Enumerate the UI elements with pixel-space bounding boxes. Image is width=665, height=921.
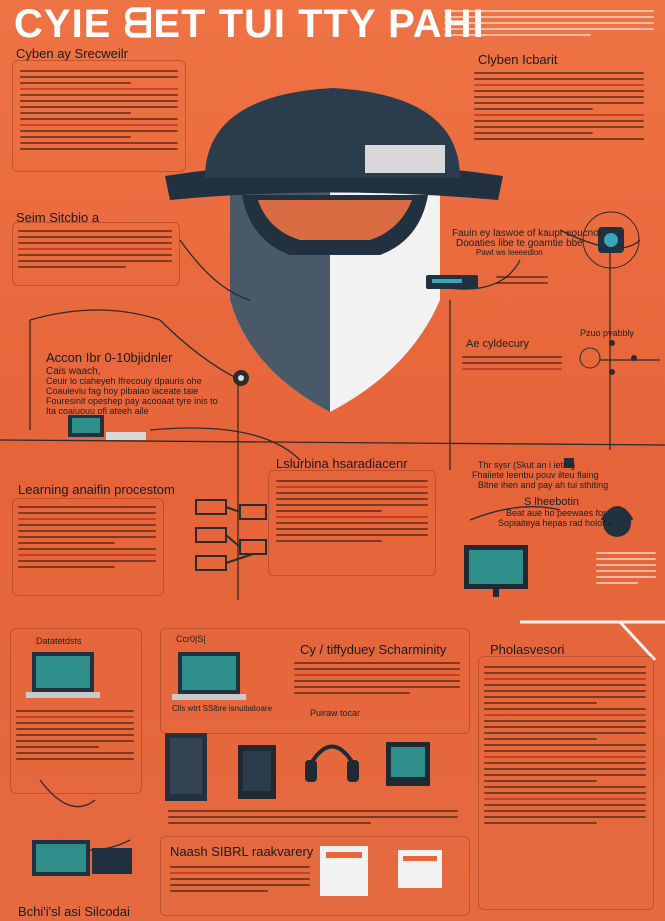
right-lower-text-4: Beat aue ho peewaes for: [506, 508, 607, 518]
center-heading: Lslurbina hsaradiacenr: [276, 456, 408, 471]
bottom-right-heading: Pholasvesori: [490, 642, 565, 657]
flowchart-icon: [195, 499, 267, 571]
center-text: [276, 476, 428, 546]
bottom-center-label: Puiraw tocar: [310, 708, 361, 718]
bottom-center-text: [294, 658, 460, 698]
right-lower-text-1: Thr sysr (Skut an i ieting: [478, 460, 576, 470]
right-lower-text-2: Fhaiiete leenbu pouv ilteu flaing: [472, 470, 599, 480]
bottom-caption: Clls wtrt SSibre isnuitaitoare: [172, 704, 273, 713]
right-mid-lines: [496, 272, 548, 288]
bottom-right-text: [484, 662, 646, 828]
right-cyber-text: [462, 352, 562, 374]
footer-heading: Bchi'i'sl asi Silcodai: [18, 904, 130, 919]
left-desc-line-5: Ita coaiuouu ofi ateeh aile: [46, 406, 149, 416]
recovery-text: [170, 862, 310, 896]
infographic-page: CYIE ᗺET TUI TTY PAHI Cyben ay Srecweilr…: [0, 0, 665, 921]
bottom-middle-text: [168, 806, 458, 828]
right-cyber-label: Ae cyldecury: [466, 338, 529, 350]
learning-heading: Learning anaifin procestom: [18, 482, 175, 497]
hat-band-highlight: [365, 145, 445, 173]
left-desc-line-4: Fouresinit opeshep pay acooaat tyre inis…: [46, 396, 218, 406]
bottom-panel-1-text: [16, 706, 134, 764]
recovery-heading: Naash SIBRL raakvarery: [170, 844, 314, 859]
right-lower-text-5: Sopiaiteya hepas rad holoha: [498, 518, 613, 528]
keyboard-2-icon: [92, 848, 132, 874]
left-desc-line-3: Coauieviu fag hoy pibaiao iaceate taie: [46, 386, 199, 396]
bottom-center-heading: Cy / tiffyduey Scharminity: [300, 642, 447, 657]
right-mid-text-3: Pawt ws leeeedlon: [476, 248, 543, 257]
node-ring: [579, 347, 601, 369]
headphones-icon: [308, 744, 356, 767]
left-desc-line-2: Ceuir lo ciaheyeh Ifrecouiy dpauris ohe: [46, 376, 202, 386]
right-lower-sub-heading: S lheebotin: [524, 496, 580, 508]
bottom-panel-2-label: Ccr0|S|: [176, 634, 206, 644]
right-lower-lines: [596, 548, 656, 588]
left-desc-heading: Accon Ibr 0-10bjidnler: [46, 350, 173, 365]
device-lens: [604, 233, 618, 247]
bottom-panel-1-label: Datatetdsts: [36, 636, 82, 646]
learning-text: [18, 502, 156, 572]
right-small-label: Pzuo pvabbly: [580, 328, 635, 338]
right-lower-text-3: Bltne ihen and pay ah tui sthiting: [478, 480, 609, 490]
keyboard-icon: [106, 432, 146, 440]
